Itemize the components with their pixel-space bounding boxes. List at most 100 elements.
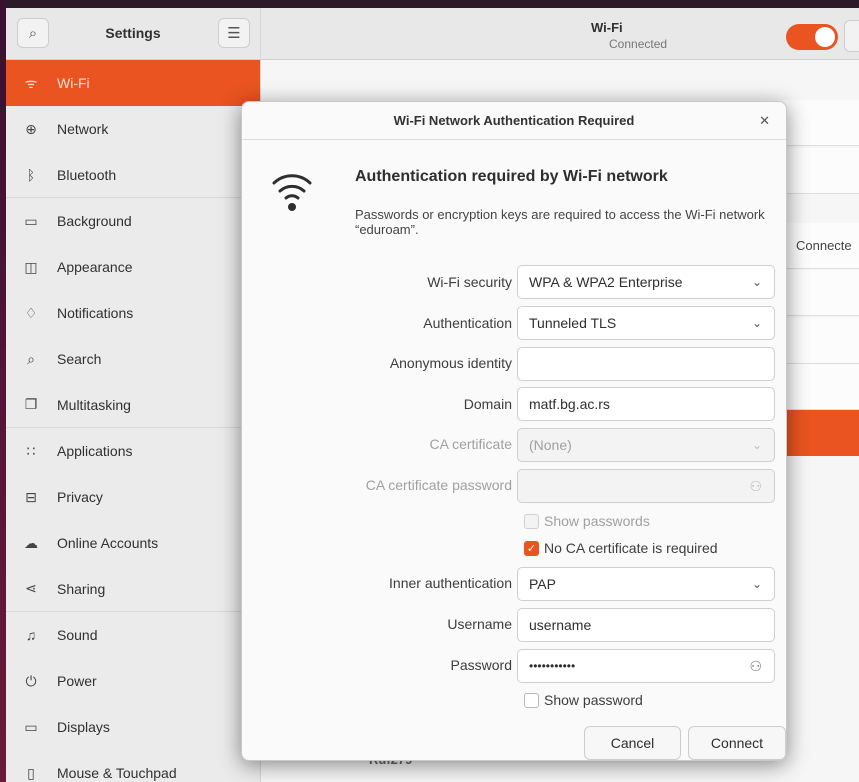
music-icon: ♫	[25, 627, 37, 643]
network-icon: ⊕	[25, 120, 37, 137]
sidebar-item-label: Notifications	[57, 305, 134, 321]
bluetooth-icon: ᛒ	[26, 166, 36, 183]
sidebar-item-online-accounts[interactable]: ☁ Online Accounts	[6, 520, 260, 566]
show-passwords-label: Show passwords	[544, 513, 650, 529]
chevron-down-icon: ⌄	[751, 275, 762, 289]
display-icon: ▭	[24, 718, 38, 735]
sidebar-item-applications[interactable]: ∷ Applications ›	[6, 428, 260, 474]
username-label: Username	[447, 616, 512, 632]
appearance-icon: ◫	[24, 258, 38, 275]
chevron-down-icon: ⌄	[751, 438, 762, 452]
sidebar-item-label: Appearance	[57, 259, 133, 275]
sidebar-item-label: Wi-Fi	[57, 75, 90, 91]
sidebar-item-label: Online Accounts	[57, 535, 159, 551]
sidebar-item-label: Privacy	[57, 489, 103, 505]
password-label: Password	[450, 657, 512, 673]
wifi-icon: ᯤ	[24, 74, 38, 91]
checkbox-icon	[524, 692, 539, 708]
sidebar: ⌕ Settings ☰ ᯤ Wi-Fi ⊕ Network ᛒ Bluetoo…	[6, 8, 261, 782]
sidebar-item-mouse-touchpad[interactable]: ▯ Mouse & Touchpad	[6, 750, 260, 782]
sidebar-item-notifications[interactable]: ♢ Notifications	[6, 290, 260, 336]
sidebar-item-label: Network	[57, 121, 109, 137]
checkmark-icon: ✓	[524, 540, 539, 556]
close-icon[interactable]: ✕	[759, 113, 770, 129]
sidebar-item-label: Background	[57, 213, 132, 229]
sidebar-item-appearance[interactable]: ◫ Appearance	[6, 244, 260, 290]
menu-button[interactable]: ☰	[218, 18, 250, 48]
mouse-icon: ▯	[27, 764, 35, 781]
bell-icon: ♢	[24, 304, 38, 321]
main-header: Wi-Fi Connected	[261, 8, 859, 60]
header-menu-button[interactable]	[844, 20, 859, 52]
ca-certificate-label: CA certificate	[429, 436, 512, 452]
sidebar-item-label: Displays	[57, 719, 110, 735]
sidebar-item-displays[interactable]: ▭ Displays	[6, 704, 260, 750]
sidebar-item-network[interactable]: ⊕ Network	[6, 106, 260, 152]
authentication-dropdown[interactable]: Tunneled TLS ⌄	[517, 306, 775, 340]
toggle-knob	[815, 27, 835, 47]
dialog-description: Passwords or encryption keys are require…	[355, 207, 765, 237]
ca-certificate-password-input[interactable]: ⚇	[517, 469, 775, 503]
page-subtitle: Connected	[609, 37, 668, 51]
sidebar-item-label: Sharing	[57, 580, 106, 597]
show-password-checkbox[interactable]: Show password	[524, 692, 643, 708]
dialog-heading: Authentication required by Wi-Fi network	[355, 168, 668, 185]
wifi-signal-icon	[270, 167, 314, 216]
sidebar-item-label: Search	[57, 351, 102, 367]
password-input[interactable]: ••••••••••• ⚇	[517, 649, 775, 683]
sidebar-item-power[interactable]: ⏻ Power	[6, 658, 260, 704]
background-icon: ▭	[24, 212, 38, 229]
sidebar-item-search[interactable]: ⌕ Search	[6, 336, 260, 382]
sidebar-item-label: Mouse & Touchpad	[57, 765, 177, 781]
inner-authentication-dropdown[interactable]: PAP ⌄	[517, 567, 775, 601]
power-icon: ⏻	[25, 672, 37, 689]
sidebar-item-label: Power	[57, 673, 97, 689]
search-icon: ⌕	[27, 350, 35, 367]
cancel-button[interactable]: Cancel	[584, 726, 681, 760]
password-value: •••••••••••	[529, 659, 576, 673]
no-ca-required-checkbox[interactable]: ✓ No CA certificate is required	[524, 540, 718, 556]
key-icon[interactable]: ⚇	[749, 470, 762, 502]
wifi-security-label: Wi-Fi security	[427, 274, 512, 290]
lock-icon: ⊟	[25, 488, 37, 505]
page-title: Wi-Fi	[591, 20, 623, 35]
sidebar-item-bluetooth[interactable]: ᛒ Bluetooth	[6, 152, 260, 198]
multitasking-icon: ❐	[24, 396, 38, 412]
ca-certificate-dropdown[interactable]: (None) ⌄	[517, 428, 775, 462]
sidebar-item-wifi[interactable]: ᯤ Wi-Fi	[6, 60, 260, 106]
sidebar-item-label: Bluetooth	[57, 166, 117, 183]
username-input[interactable]: username	[517, 608, 775, 642]
checkbox-icon	[524, 513, 539, 529]
sidebar-header: ⌕ Settings ☰	[6, 8, 260, 60]
anonymous-identity-input[interactable]	[517, 347, 775, 381]
sidebar-item-background[interactable]: ▭ Background	[6, 198, 260, 244]
domain-input[interactable]: matf.bg.ac.rs	[517, 387, 775, 421]
chevron-down-icon: ⌄	[751, 577, 762, 591]
ca-certificate-password-label: CA certificate password	[365, 477, 512, 493]
sidebar-item-label: Multitasking	[57, 396, 131, 413]
inner-authentication-value: PAP	[529, 576, 556, 592]
cloud-icon: ☁	[24, 534, 38, 551]
sidebar-item-label: Applications	[57, 443, 133, 459]
domain-label: Domain	[463, 396, 512, 412]
sidebar-item-label: Sound	[57, 627, 98, 643]
inner-authentication-label: Inner authentication	[389, 575, 512, 591]
connect-button[interactable]: Connect	[688, 726, 786, 760]
sidebar-item-multitasking[interactable]: ❐ Multitasking	[6, 382, 260, 428]
connected-label: Connecte	[796, 238, 852, 253]
sidebar-item-sound[interactable]: ♫ Sound	[6, 612, 260, 658]
sidebar-item-sharing[interactable]: ⋖ Sharing	[6, 566, 260, 612]
sidebar-item-privacy[interactable]: ⊟ Privacy ›	[6, 474, 260, 520]
key-icon[interactable]: ⚇	[749, 650, 762, 682]
auth-dialog: Wi-Fi Network Authentication Required ✕ …	[241, 101, 787, 761]
anonymous-identity-label: Anonymous identity	[389, 355, 512, 371]
share-icon: ⋖	[25, 580, 37, 596]
wifi-security-dropdown[interactable]: WPA & WPA2 Enterprise ⌄	[517, 265, 775, 299]
wifi-toggle[interactable]	[786, 24, 838, 50]
no-ca-required-label: No CA certificate is required	[544, 540, 718, 556]
ca-certificate-value: (None)	[529, 437, 572, 453]
dialog-title: Wi-Fi Network Authentication Required	[242, 102, 786, 140]
chevron-down-icon: ⌄	[751, 316, 762, 330]
show-passwords-checkbox[interactable]: Show passwords	[524, 513, 650, 529]
applications-icon: ∷	[26, 442, 36, 459]
